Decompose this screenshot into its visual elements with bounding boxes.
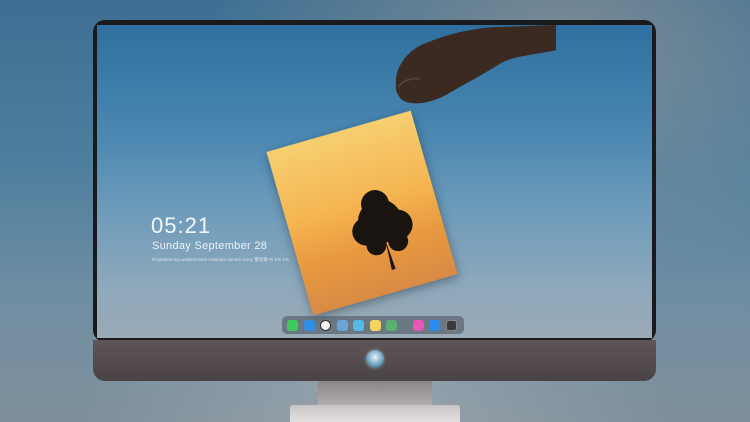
clock-date: Sunday September 28 — [152, 240, 268, 252]
tree-silhouette — [352, 190, 413, 270]
dock — [282, 316, 464, 334]
finder-icon[interactable] — [303, 319, 315, 331]
preview-icon[interactable] — [336, 319, 348, 331]
clapper-icon[interactable] — [353, 319, 364, 331]
desktop-screen: 05:21 Sunday September 28 Rosantenning w… — [97, 25, 652, 338]
clock-icon[interactable] — [320, 319, 331, 331]
held-photo — [266, 110, 458, 316]
monitor-stand-neck — [318, 381, 432, 405]
hand-image — [395, 25, 556, 104]
brand-logo-icon — [366, 350, 384, 368]
music-icon[interactable] — [412, 319, 424, 331]
photos-icon[interactable] — [386, 319, 397, 331]
camera-icon[interactable] — [445, 319, 457, 331]
app-store-icon[interactable] — [429, 319, 440, 331]
messages-icon[interactable] — [287, 319, 298, 331]
lock-screen-note: Rosantenning waitiest teem rreweam aaned… — [152, 257, 289, 262]
notes-icon[interactable] — [369, 319, 381, 331]
monitor-stand-base — [290, 405, 460, 422]
clock-time: 05:21 — [151, 213, 212, 238]
